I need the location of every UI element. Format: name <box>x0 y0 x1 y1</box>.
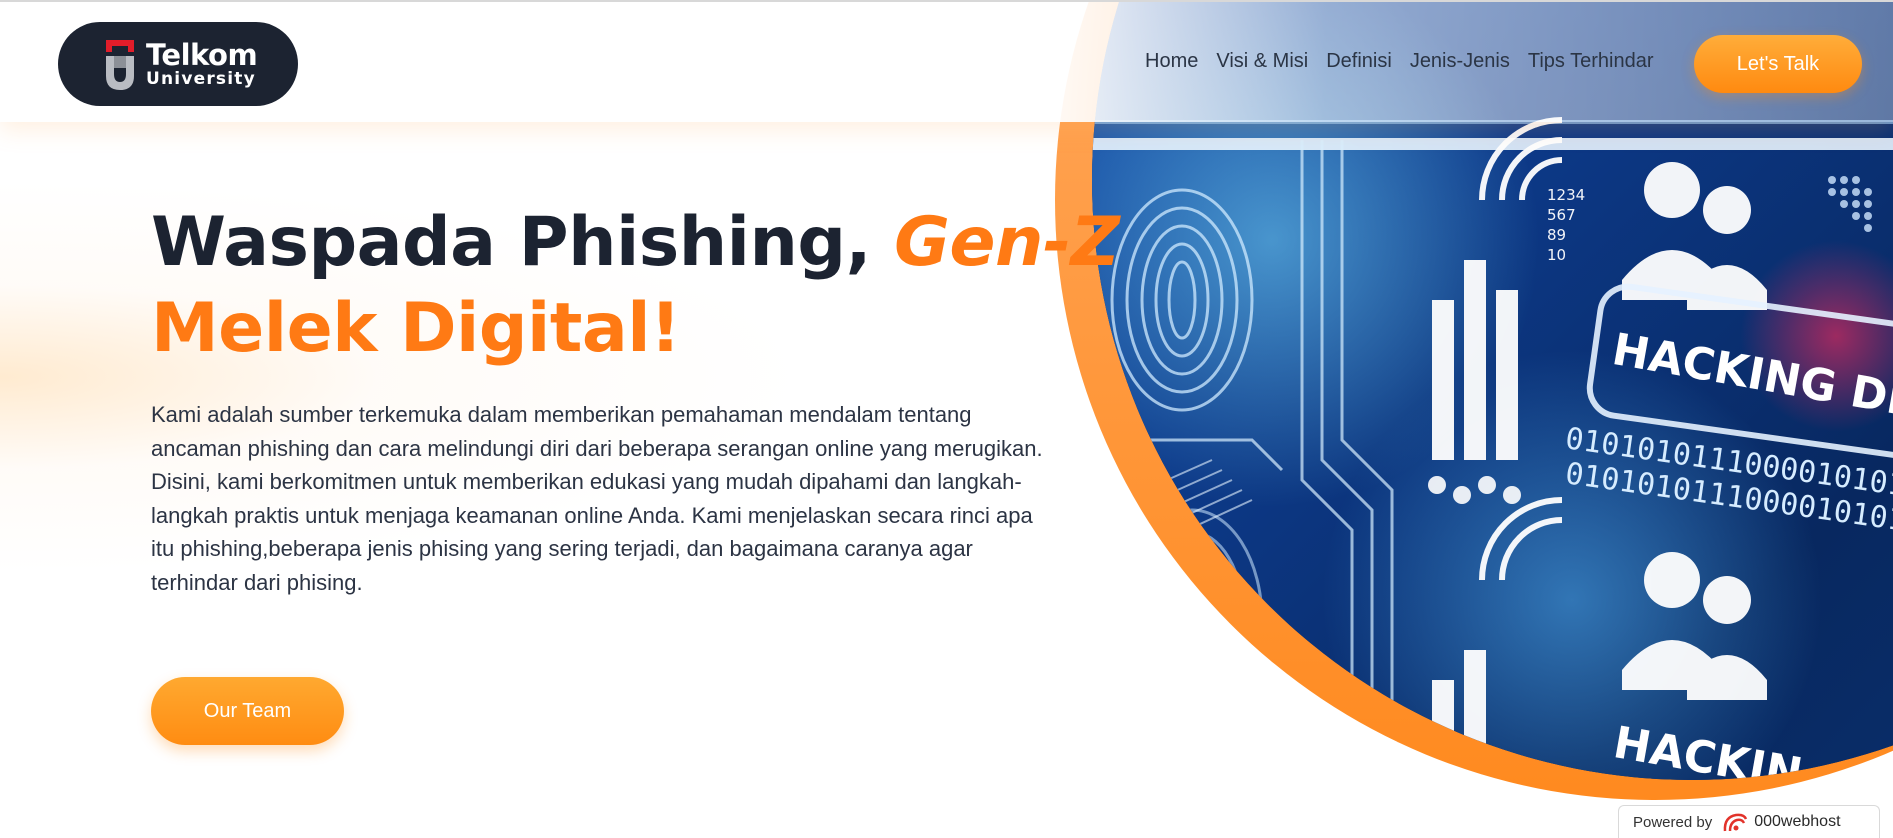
powered-by-label: Powered by <box>1633 813 1713 831</box>
image-number-2: 567 <box>1547 206 1576 224</box>
webhost-logo-icon <box>1723 813 1748 832</box>
powered-by-brand: 000webhost <box>1754 813 1841 830</box>
nav-menu: Home Visi & Misi Definisi Jenis-Jenis Ti… <box>1145 48 1662 75</box>
logo-text: Telkom University <box>146 37 258 89</box>
nav-item-tips-terhindar[interactable]: Tips Terhindar <box>1519 48 1663 75</box>
powered-by-badge[interactable]: Powered by 000webhost <box>1618 805 1880 838</box>
image-text-hacking-2: HACKIN <box>1610 717 1806 780</box>
nav-item-visi-misi[interactable]: Visi & Misi <box>1207 48 1317 75</box>
image-number-4: 10 <box>1547 246 1566 264</box>
logo-line1: Telkom <box>146 37 258 72</box>
hero-title-part3: Melek Digital! <box>151 289 681 368</box>
image-text-hacking: HACKING DETECT <box>1608 324 1893 449</box>
navbar: Telkom University Home Visi & Misi Defin… <box>0 0 1893 122</box>
telkom-logo-icon <box>106 40 134 90</box>
nav-item-home[interactable]: Home <box>1145 48 1207 75</box>
hero-description: Kami adalah sumber terkemuka dalam membe… <box>151 402 1043 595</box>
hero-title-part1: Waspada Phishing, <box>151 203 895 282</box>
hero-title: Waspada Phishing, Gen-Z Melek Digital! <box>151 200 1261 372</box>
lets-talk-button[interactable]: Let's Talk <box>1694 35 1862 93</box>
telkom-university-logo[interactable]: Telkom University <box>58 22 298 106</box>
image-number-3: 89 <box>1547 226 1566 244</box>
image-number-1: 1234 <box>1547 186 1585 204</box>
hero-title-part2: Gen-Z <box>894 203 1120 282</box>
logo-line2: University <box>146 68 256 89</box>
our-team-button[interactable]: Our Team <box>151 677 344 745</box>
nav-item-jenis-jenis[interactable]: Jenis-Jenis <box>1401 48 1519 75</box>
nav-item-definisi[interactable]: Definisi <box>1317 48 1401 75</box>
page: HACKING DETECT 01010101110000101010 0101… <box>0 0 1893 838</box>
